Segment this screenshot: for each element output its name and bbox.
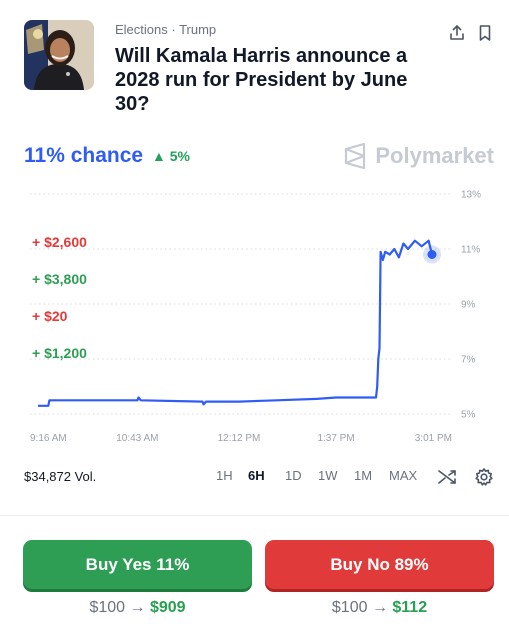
price-chart[interactable]: + $2,600 + $3,800 + $20 + $1,200 13% 11% 9% 7%… — [0, 180, 509, 450]
market-thumbnail[interactable] — [24, 20, 94, 90]
chart-svg[interactable]: + $2,600 + $3,800 + $20 + $1,200 13% 11% 9% 7%… — [0, 180, 509, 450]
y-tick-label: 11% — [461, 245, 480, 256]
recent-trade-label: + $2,600 — [32, 234, 87, 250]
buy-yes-payout: $100 → $909 — [89, 599, 186, 616]
x-tick-label: 1:37 PM — [317, 433, 354, 444]
x-tick-label: 10:43 AM — [116, 433, 158, 444]
brand-name: Polymarket — [375, 143, 494, 168]
price-line — [38, 239, 434, 407]
range-6h[interactable]: 6H — [248, 468, 265, 483]
chance-delta: ▲ 5% — [152, 148, 190, 164]
share-icon[interactable] — [448, 24, 466, 42]
y-tick-label: 5% — [461, 410, 476, 421]
breadcrumb[interactable]: Elections · Trump — [115, 22, 216, 37]
market-title: Will Kamala Harris announce a 2028 run f… — [115, 45, 408, 115]
buy-no-button[interactable]: Buy No 89% — [265, 540, 494, 589]
y-tick-label: 13% — [461, 190, 481, 201]
range-1m[interactable]: 1M — [354, 468, 372, 483]
recent-trade-label: + $20 — [32, 308, 68, 324]
x-tick-label: 3:01 PM — [415, 433, 452, 444]
recent-trade-label: + $1,200 — [32, 345, 87, 361]
brand-logo: Polymarket — [343, 142, 494, 170]
divider — [0, 515, 509, 516]
chart-controls: $34,872 Vol. 1H 6H 1D 1W 1M MAX — [0, 462, 509, 492]
buy-yes-button[interactable]: Buy Yes 11% — [23, 540, 252, 589]
settings-gear-icon[interactable] — [474, 467, 494, 487]
x-tick-label: 9:16 AM — [30, 433, 67, 444]
range-1d[interactable]: 1D — [285, 468, 302, 483]
x-tick-label: 12:12 PM — [218, 433, 261, 444]
shuffle-icon[interactable] — [437, 467, 457, 487]
range-1w[interactable]: 1W — [318, 468, 338, 483]
chance-value: 11% chance — [24, 144, 144, 167]
range-1h[interactable]: 1H — [216, 468, 233, 483]
range-max[interactable]: MAX — [389, 468, 417, 483]
y-tick-label: 7% — [461, 355, 476, 366]
market-header: Elections · Trump Will Kamala Harris ann… — [24, 20, 494, 120]
y-tick-label: 9% — [461, 300, 476, 311]
recent-trade-label: + $3,800 — [32, 271, 87, 287]
buy-no-payout: $100 → $112 — [331, 599, 428, 616]
bookmark-icon[interactable] — [476, 24, 494, 42]
probability-summary: 11% chance ▲ 5% Polymarket — [24, 142, 494, 172]
up-arrow-icon: ▲ — [152, 148, 166, 164]
volume-label: $34,872 Vol. — [24, 469, 97, 484]
current-point — [427, 250, 437, 259]
polymarket-logo-icon — [345, 143, 366, 169]
